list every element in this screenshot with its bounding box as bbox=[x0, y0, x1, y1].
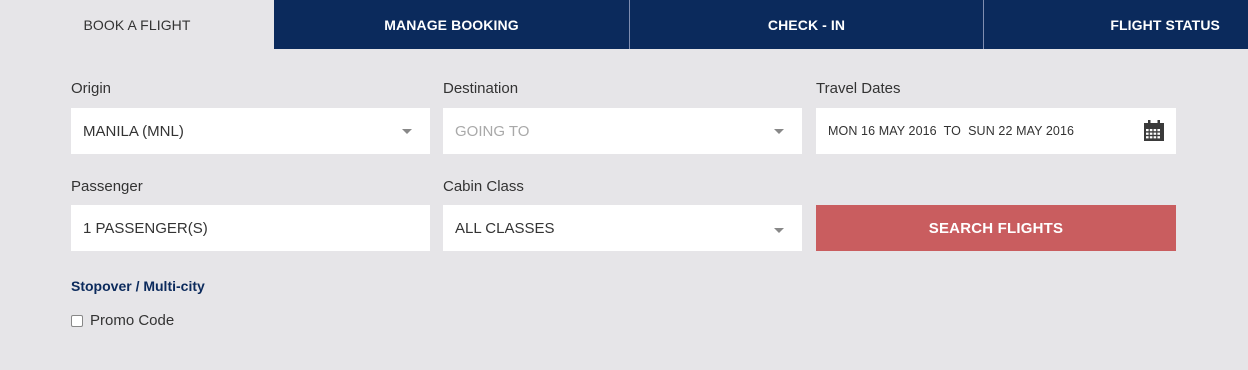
promo-code-checkbox[interactable] bbox=[71, 314, 83, 327]
cabin-class-value: ALL CLASSES bbox=[455, 219, 555, 237]
chevron-down-icon bbox=[774, 128, 784, 134]
promo-code-label[interactable]: Promo Code bbox=[90, 312, 174, 329]
travel-dates-field[interactable]: MON 16 MAY 2016 TO SUN 22 MAY 2016 bbox=[816, 108, 1176, 154]
cabin-class-label: Cabin Class bbox=[443, 178, 524, 195]
tab-book-a-flight[interactable]: BOOK A FLIGHT bbox=[0, 0, 274, 49]
stopover-multi-city-link[interactable]: Stopover / Multi-city bbox=[71, 278, 205, 294]
tab-manage-booking[interactable]: MANAGE BOOKING bbox=[274, 0, 629, 49]
passenger-value: 1 PASSENGER(S) bbox=[83, 219, 208, 237]
destination-select[interactable]: GOING TO bbox=[443, 108, 802, 154]
chevron-down-icon bbox=[774, 227, 784, 233]
tab-check-in[interactable]: CHECK - IN bbox=[629, 0, 983, 49]
origin-select[interactable]: MANILA (MNL) bbox=[71, 108, 430, 154]
promo-code-option: Promo Code bbox=[71, 312, 174, 329]
booking-tabs: BOOK A FLIGHT MANAGE BOOKING CHECK - IN … bbox=[0, 0, 1248, 49]
tab-flight-status[interactable]: FLIGHT STATUS bbox=[983, 0, 1248, 49]
chevron-down-icon bbox=[402, 128, 412, 134]
search-flights-button[interactable]: SEARCH FLIGHTS bbox=[816, 205, 1176, 251]
destination-label: Destination bbox=[443, 80, 519, 97]
travel-dates-label: Travel Dates bbox=[816, 80, 901, 97]
calendar-icon[interactable] bbox=[1142, 119, 1166, 143]
passenger-field[interactable]: 1 PASSENGER(S) bbox=[71, 205, 430, 251]
cabin-class-select[interactable]: ALL CLASSES bbox=[443, 205, 802, 251]
origin-value: MANILA (MNL) bbox=[83, 122, 184, 140]
travel-dates-value: MON 16 MAY 2016 TO SUN 22 MAY 2016 bbox=[828, 124, 1075, 138]
passenger-label: Passenger bbox=[71, 178, 143, 195]
destination-placeholder: GOING TO bbox=[455, 122, 530, 140]
origin-label: Origin bbox=[71, 80, 112, 97]
